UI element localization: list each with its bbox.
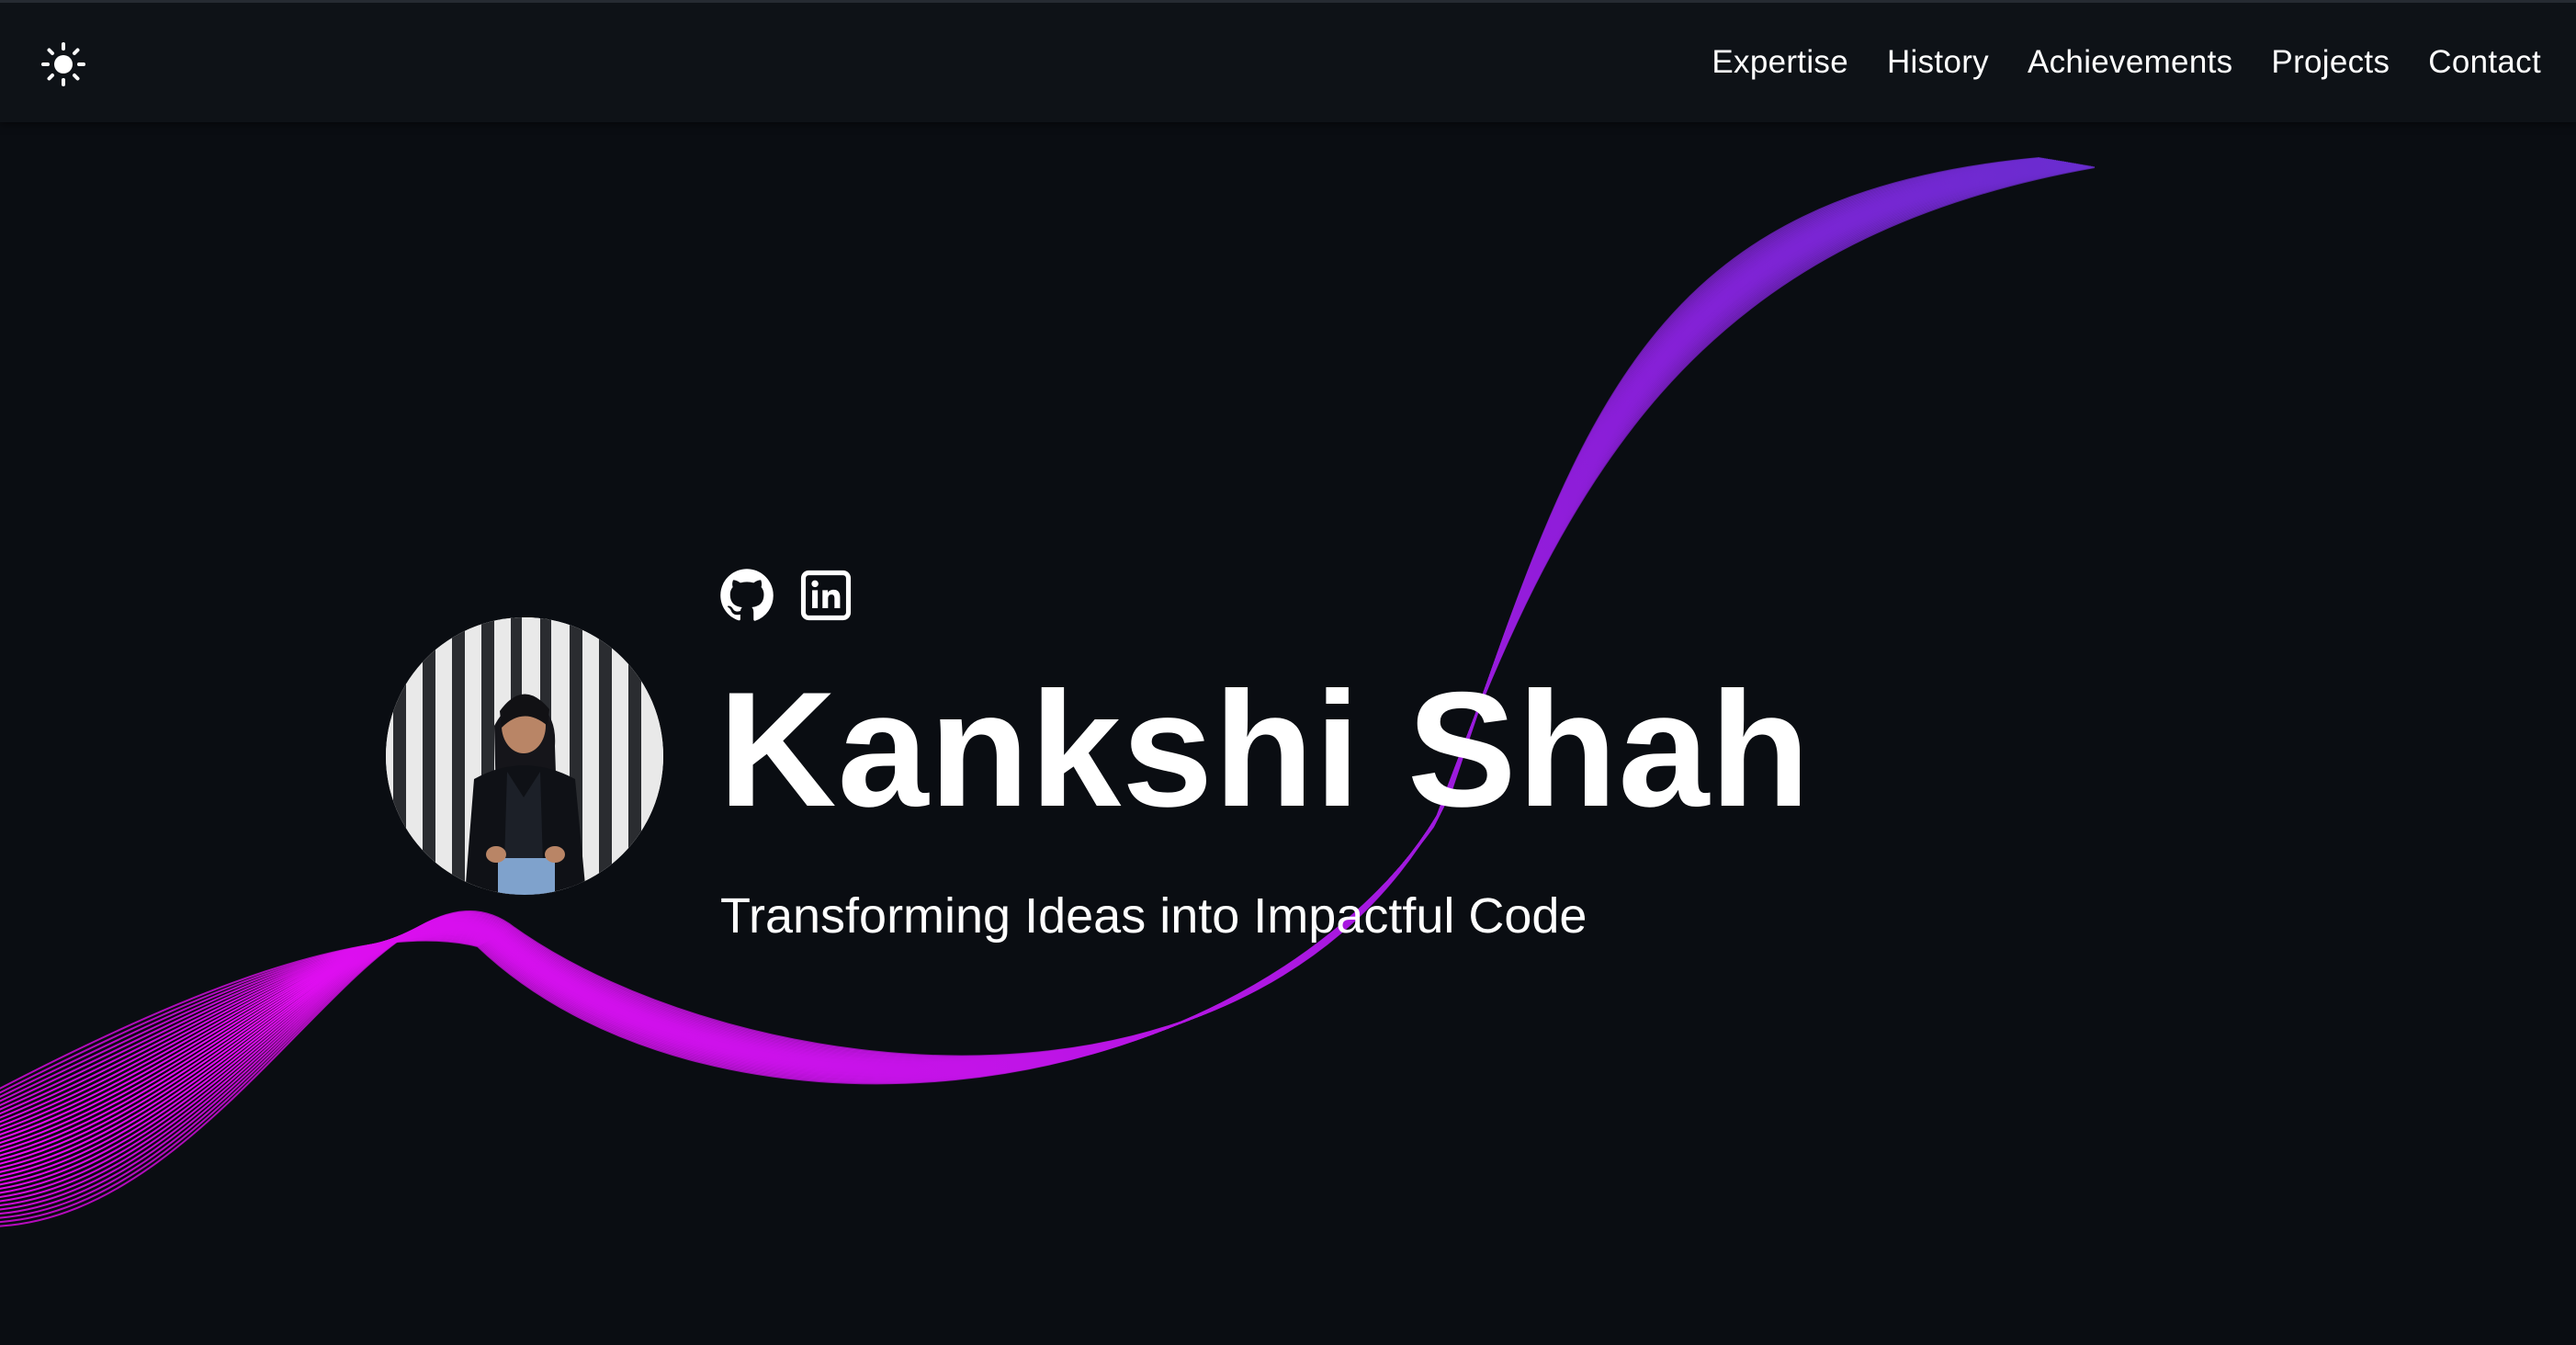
nav-link-contact[interactable]: Contact — [2428, 44, 2541, 81]
sun-icon[interactable] — [40, 41, 86, 87]
nav-links: Expertise History Achievements Projects … — [1712, 3, 2541, 122]
top-navbar: Expertise History Achievements Projects … — [0, 0, 2576, 122]
nav-link-expertise[interactable]: Expertise — [1712, 44, 1848, 81]
hero-tagline: Transforming Ideas into Impactful Code — [720, 888, 1587, 944]
nav-link-projects[interactable]: Projects — [2271, 44, 2390, 81]
profile-avatar — [386, 617, 663, 895]
github-icon[interactable] — [719, 568, 774, 623]
linkedin-icon[interactable] — [800, 568, 855, 623]
hero-section: Kankshi Shah Transforming Ideas into Imp… — [0, 0, 2576, 1345]
nav-link-history[interactable]: History — [1887, 44, 1989, 81]
portfolio-page: Expertise History Achievements Projects … — [0, 0, 2576, 1345]
nav-link-achievements[interactable]: Achievements — [2028, 44, 2232, 81]
hero-name: Kankshi Shah — [718, 658, 1812, 841]
social-links — [719, 568, 855, 623]
